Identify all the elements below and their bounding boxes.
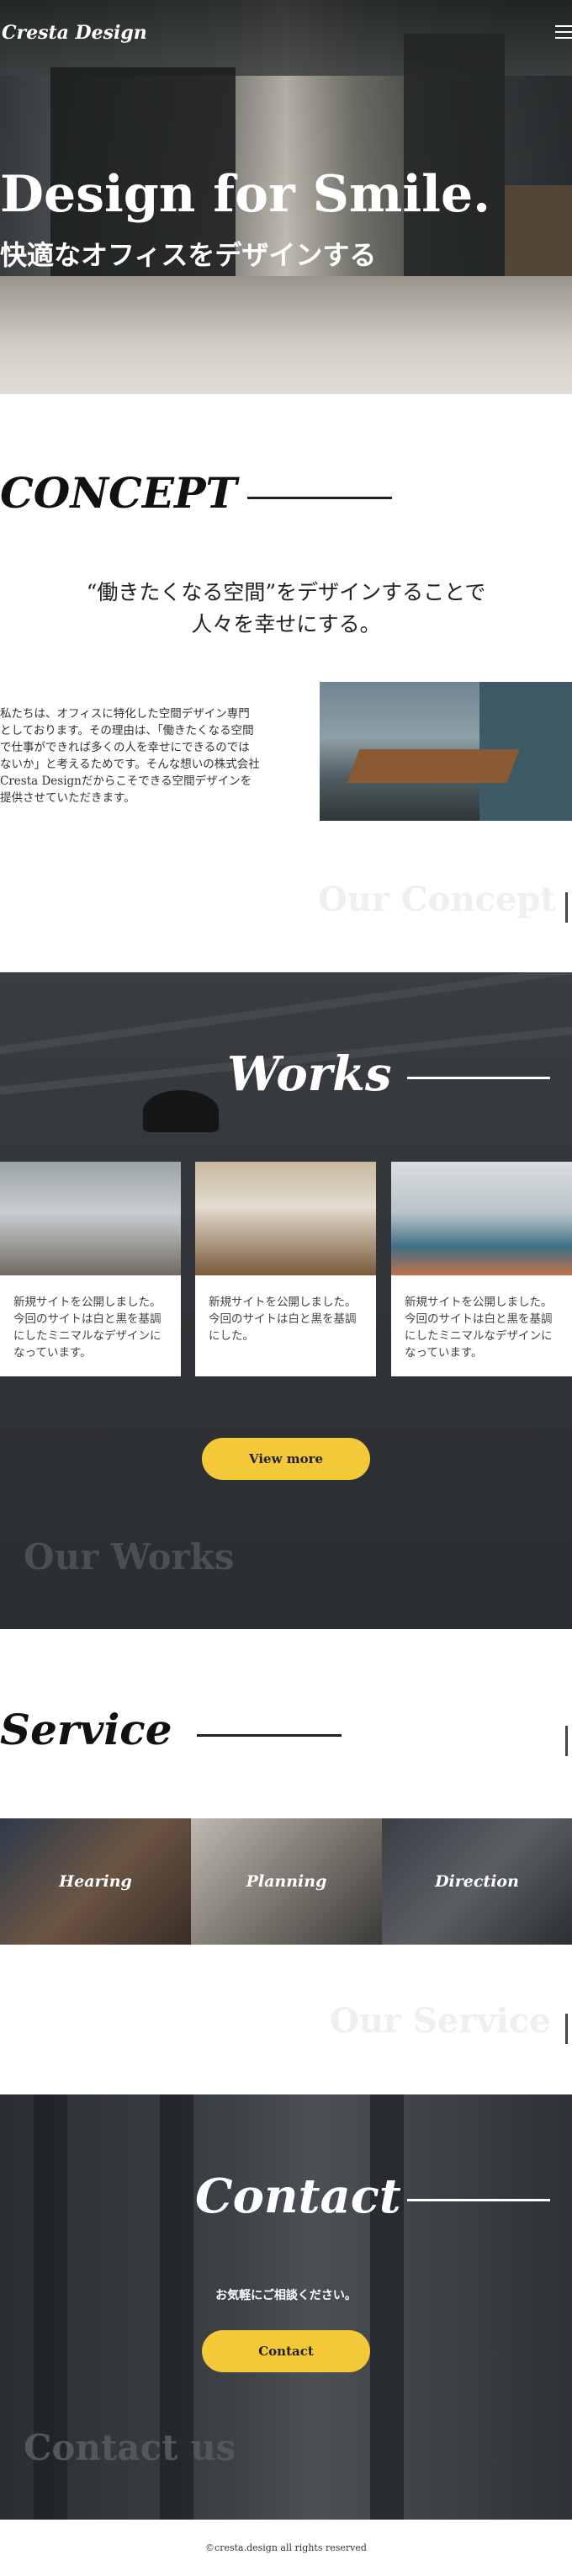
service-card-hearing[interactable]: Hearing [0, 1818, 191, 1945]
works-heading: Works [227, 1046, 392, 1102]
contact-heading-line [407, 2199, 550, 2201]
contact-button[interactable]: Contact [202, 2330, 370, 2372]
scroll-indicator [565, 892, 568, 923]
footer-copyright: ©cresta.design all rights reserved [205, 2542, 367, 2553]
contact-ghost-text: Contact us [24, 2427, 236, 2468]
service-card-direction[interactable]: Direction [382, 1818, 572, 1945]
scroll-indicator [565, 1726, 568, 1756]
service-heading: Service [0, 1705, 172, 1754]
works-section: Works 新規サイトを公開しました。今回のサイトは白と黒を基調にしたミニマルな… [0, 972, 572, 1629]
contact-section: Contact お気軽にご相談ください。 Contact Contact us [0, 2094, 572, 2520]
works-ghost-text: Our Works [24, 1536, 235, 1578]
hero-title: Design for Smile. [0, 165, 491, 224]
hamburger-menu-icon[interactable] [555, 25, 572, 39]
work-card-text: 新規サイトを公開しました。今回のサイトは白と黒を基調にしたミニマルなデザインにな… [13, 1296, 162, 1360]
service-heading-line [197, 1734, 342, 1737]
service-card-planning[interactable]: Planning [191, 1818, 382, 1945]
work-card[interactable]: 新規サイトを公開しました。今回のサイトは白と黒を基調にしたミニマルなデザインにな… [0, 1162, 181, 1376]
work-card-image [0, 1162, 181, 1275]
work-card-image [391, 1162, 572, 1275]
contact-message: お気軽にご相談ください。 [215, 2289, 357, 2302]
work-card-text: 新規サイトを公開しました。今回のサイトは白と黒を基調にした。 [209, 1296, 357, 1343]
concept-lead: “働きたくなる空間”をデザインすることで 人々を幸せにする。 [0, 577, 572, 641]
service-label: Direction [435, 1872, 519, 1891]
scroll-indicator [565, 2014, 568, 2044]
view-more-button[interactable]: View more [202, 1438, 370, 1480]
work-card[interactable]: 新規サイトを公開しました。今回のサイトは白と黒を基調にしたミニマルなデザインにな… [391, 1162, 572, 1376]
work-card[interactable]: 新規サイトを公開しました。今回のサイトは白と黒を基調にした。 [195, 1162, 376, 1376]
hero-section: Cresta Design Design for Smile. 快適なオフィスを… [0, 0, 572, 394]
concept-lead-line1: “働きたくなる空間”をデザインすることで [86, 580, 486, 604]
service-ghost-text: Our Service [330, 2001, 551, 2041]
concept-lead-line2: 人々を幸せにする。 [191, 612, 381, 636]
service-label: Planning [246, 1872, 327, 1891]
work-card-image [195, 1162, 376, 1275]
concept-ghost-text: Our Concept [318, 880, 556, 919]
hero-shelf [505, 185, 572, 286]
pendant-lamp [143, 1090, 219, 1132]
works-heading-line [407, 1077, 550, 1079]
concept-heading: CONCEPT [0, 468, 237, 518]
hero-floor [0, 276, 572, 394]
concept-body: 私たちは、オフィスに特化した空間デザイン専門としております。その理由は、「働きた… [0, 707, 260, 805]
service-label: Hearing [59, 1872, 132, 1891]
concept-heading-line [247, 497, 392, 499]
hero-subtitle: 快適なオフィスをデザインする [0, 239, 377, 271]
concept-office-photo [320, 682, 572, 821]
contact-heading: Contact [195, 2169, 401, 2224]
work-card-text: 新規サイトを公開しました。今回のサイトは白と黒を基調にしたミニマルなデザインにな… [405, 1296, 553, 1360]
site-logo[interactable]: Cresta Design [2, 22, 147, 44]
